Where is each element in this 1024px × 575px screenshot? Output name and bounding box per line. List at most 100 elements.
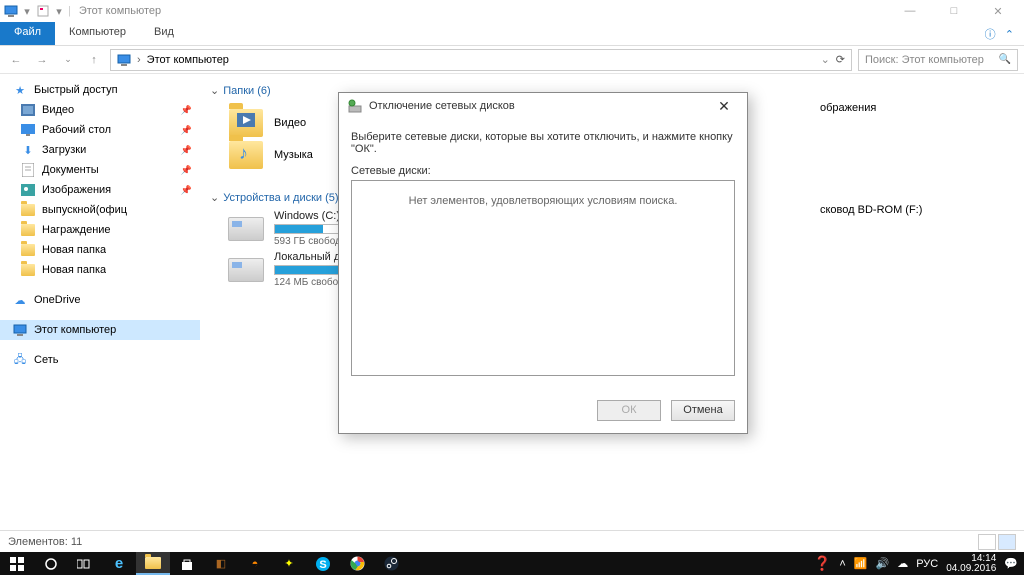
ok-button[interactable]: ОК bbox=[597, 400, 661, 421]
sidebar-item-desktop[interactable]: Рабочий стол 📌 bbox=[0, 120, 200, 140]
pin-icon: 📌 bbox=[181, 185, 192, 196]
breadcrumb-location[interactable]: Этот компьютер bbox=[147, 54, 229, 66]
cancel-button[interactable]: Отмена bbox=[671, 400, 735, 421]
sidebar-item-label: Новая папка bbox=[42, 244, 106, 256]
pc-icon bbox=[12, 322, 28, 338]
status-text: Элементов: 11 bbox=[8, 536, 82, 548]
start-button[interactable] bbox=[0, 552, 34, 575]
sidebar-item-documents[interactable]: Документы 📌 bbox=[0, 160, 200, 180]
clock-date: 04.09.2016 bbox=[946, 564, 996, 574]
onedrive-tray-icon[interactable]: ☁ bbox=[897, 557, 908, 570]
app-icon[interactable]: ✦ bbox=[272, 552, 306, 575]
app-icon[interactable]: ◓ bbox=[238, 552, 272, 575]
back-button[interactable]: ← bbox=[6, 50, 26, 70]
up-button[interactable]: ↑ bbox=[84, 50, 104, 70]
sidebar-item-label: Рабочий стол bbox=[42, 124, 111, 136]
taskbar: e ◧ ◓ ✦ S ❓ ˄ 📶 🔊 ☁ РУС 14:14 04.09.2016… bbox=[0, 552, 1024, 575]
cloud-icon: ☁ bbox=[12, 292, 28, 308]
address-bar-row: ← → ⌄ ↑ › Этот компьютер ⌄ ⟳ Поиск: Этот… bbox=[0, 46, 1024, 74]
dialog-title: Отключение сетевых дисков bbox=[369, 100, 515, 112]
refresh-button[interactable]: ⟳ bbox=[836, 53, 845, 66]
language-indicator[interactable]: РУС bbox=[916, 558, 938, 570]
minimize-button[interactable]: — bbox=[896, 5, 924, 18]
dialog-close-button[interactable]: ✕ bbox=[709, 98, 739, 115]
sidebar-item-label: Документы bbox=[42, 164, 99, 176]
details-view-icon[interactable] bbox=[978, 534, 996, 550]
chevron-down-icon: ⌄ bbox=[210, 191, 219, 204]
chrome-icon[interactable] bbox=[340, 552, 374, 575]
drive-icon bbox=[228, 217, 264, 241]
explorer-icon[interactable] bbox=[136, 552, 170, 575]
download-icon: ⬇ bbox=[20, 142, 36, 158]
nav-sidebar: ★ Быстрый доступ Видео📌 Рабочий стол 📌 ⬇З… bbox=[0, 74, 200, 552]
help-icon[interactable]: ❓ bbox=[814, 555, 831, 572]
sidebar-item-video[interactable]: Видео📌 bbox=[0, 100, 200, 120]
tab-file[interactable]: Файл bbox=[0, 22, 55, 45]
folder-icon bbox=[20, 262, 36, 278]
dialog-titlebar[interactable]: Отключение сетевых дисков ✕ bbox=[339, 93, 747, 119]
network-tray-icon[interactable]: 📶 bbox=[854, 557, 868, 570]
pin-icon: 📌 bbox=[181, 125, 192, 136]
clock-time: 14:14 bbox=[946, 554, 996, 564]
sidebar-item-folder[interactable]: Новая папка bbox=[0, 240, 200, 260]
sidebar-item-label: Новая папка bbox=[42, 264, 106, 276]
sidebar-item-folder[interactable]: Награждение bbox=[0, 220, 200, 240]
maximize-button[interactable]: □ bbox=[940, 5, 968, 18]
window-titlebar: ▾ ▾ | Этот компьютер — □ ✕ bbox=[0, 0, 1024, 22]
pin-icon: 📌 bbox=[181, 165, 192, 176]
pc-icon bbox=[117, 53, 131, 67]
recent-dropdown[interactable]: ⌄ bbox=[58, 50, 78, 70]
volume-icon[interactable]: 🔊 bbox=[876, 557, 890, 570]
star-icon: ★ bbox=[12, 82, 28, 98]
dialog-list-label: Сетевые диски: bbox=[351, 165, 735, 180]
network-drives-list[interactable]: Нет элементов, удовлетворяющих условиям … bbox=[351, 180, 735, 376]
edge-icon[interactable]: e bbox=[102, 552, 136, 575]
close-button[interactable]: ✕ bbox=[984, 5, 1012, 18]
ribbon-tabs: Файл Компьютер Вид ⓘ ⌃ bbox=[0, 22, 1024, 46]
cortana-button[interactable] bbox=[34, 552, 68, 575]
sidebar-item-pictures[interactable]: Изображения📌 bbox=[0, 180, 200, 200]
view-switcher[interactable] bbox=[978, 534, 1016, 550]
status-bar: Элементов: 11 bbox=[0, 530, 1024, 552]
disconnect-network-drives-dialog: Отключение сетевых дисков ✕ Выберите сет… bbox=[338, 92, 748, 434]
tab-view[interactable]: Вид bbox=[140, 22, 188, 45]
sidebar-item-label: Быстрый доступ bbox=[34, 84, 118, 96]
forward-button[interactable]: → bbox=[32, 50, 52, 70]
sidebar-network[interactable]: 🖧Сеть bbox=[0, 350, 200, 370]
ribbon-help-icon[interactable]: ⓘ ⌃ bbox=[975, 22, 1024, 45]
skype-icon[interactable]: S bbox=[306, 552, 340, 575]
sidebar-item-label: Этот компьютер bbox=[34, 324, 116, 336]
network-icon: 🖧 bbox=[12, 352, 28, 368]
obscured-label: ображения bbox=[820, 102, 876, 114]
search-icon: 🔍 bbox=[999, 54, 1011, 65]
clock[interactable]: 14:14 04.09.2016 bbox=[946, 554, 996, 574]
address-bar[interactable]: › Этот компьютер ⌄ ⟳ bbox=[110, 49, 852, 71]
pictures-icon bbox=[20, 182, 36, 198]
empty-list-text: Нет элементов, удовлетворяющих условиям … bbox=[409, 195, 678, 207]
tiles-view-icon[interactable] bbox=[998, 534, 1016, 550]
sidebar-quick-access[interactable]: ★ Быстрый доступ bbox=[0, 80, 200, 100]
addr-dropdown-icon[interactable]: ⌄ bbox=[821, 53, 830, 66]
tray-chevron-icon[interactable]: ˄ bbox=[839, 558, 845, 570]
window-title: Этот компьютер bbox=[79, 5, 161, 17]
sidebar-item-downloads[interactable]: ⬇Загрузки📌 bbox=[0, 140, 200, 160]
tile-label: Музыка bbox=[274, 149, 313, 161]
folder-icon bbox=[20, 222, 36, 238]
sidebar-item-folder[interactable]: Новая папка bbox=[0, 260, 200, 280]
qat-dropdown-icon[interactable]: ▾ bbox=[20, 4, 34, 18]
search-input[interactable]: Поиск: Этот компьютер 🔍 bbox=[858, 49, 1018, 71]
steam-icon[interactable] bbox=[374, 552, 408, 575]
group-label: Устройства и диски (5) bbox=[223, 192, 338, 204]
sidebar-this-pc[interactable]: Этот компьютер bbox=[0, 320, 200, 340]
app-icon[interactable]: ◧ bbox=[204, 552, 238, 575]
store-icon[interactable] bbox=[170, 552, 204, 575]
properties-icon[interactable] bbox=[36, 4, 50, 18]
sidebar-item-folder[interactable]: выпускной(офиц bbox=[0, 200, 200, 220]
qat-dropdown2-icon[interactable]: ▾ bbox=[52, 4, 66, 18]
tab-computer[interactable]: Компьютер bbox=[55, 22, 140, 45]
taskview-button[interactable] bbox=[68, 552, 102, 575]
action-center-icon[interactable]: 💬 bbox=[1004, 557, 1018, 570]
tile-label: Видео bbox=[274, 117, 306, 129]
sidebar-onedrive[interactable]: ☁OneDrive bbox=[0, 290, 200, 310]
desktop-icon bbox=[20, 122, 36, 138]
